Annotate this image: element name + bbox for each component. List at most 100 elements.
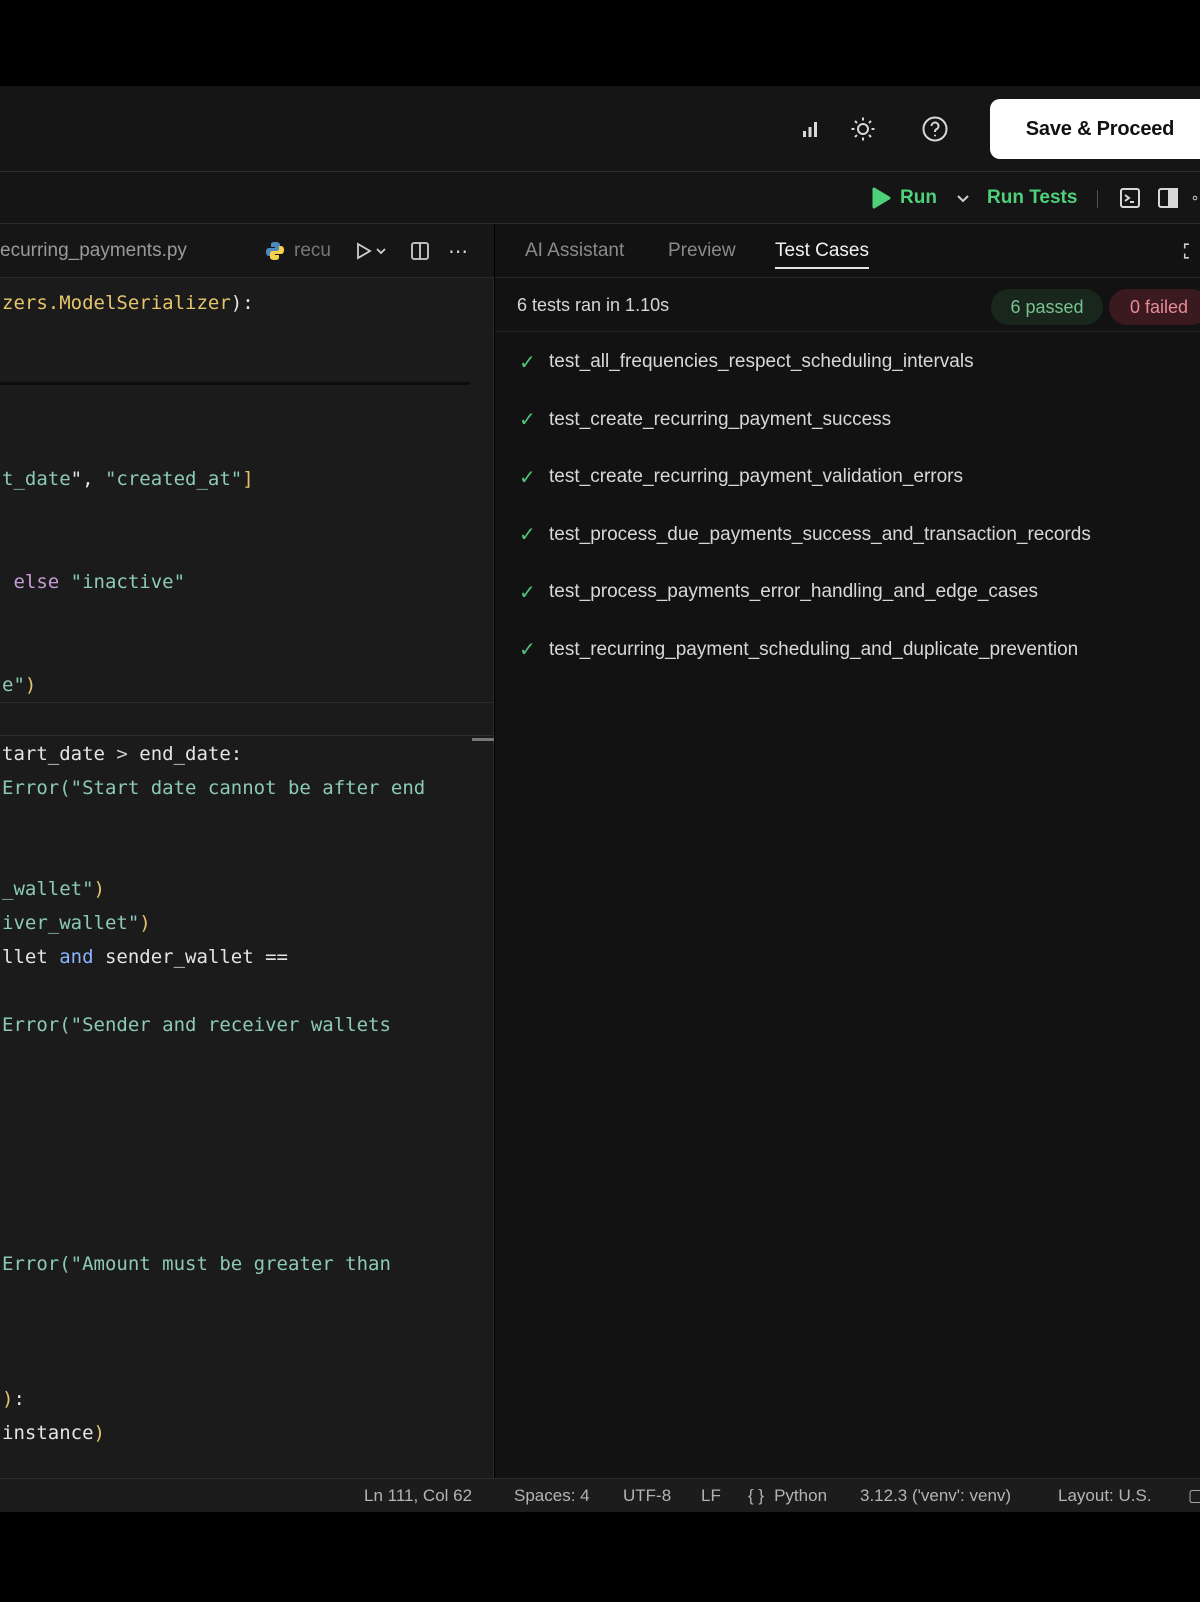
test-run-summary: 6 tests ran in 1.10s <box>517 294 670 315</box>
code-line[interactable]: t_date", "created_at"] <box>2 468 254 490</box>
test-case-item[interactable]: ✓ test_process_due_payments_success_and_t… <box>519 515 1091 555</box>
code-token: Error( <box>2 777 71 799</box>
code-line[interactable]: Error("Amount must be greater than <box>2 1253 391 1275</box>
terminal-icon[interactable] <box>1118 172 1142 224</box>
check-icon: ✓ <box>519 524 536 546</box>
code-token: "Sender and receiver wallets <box>70 1014 391 1036</box>
code-token: else <box>2 571 71 593</box>
cursor-position[interactable]: Ln 111, Col 62 <box>364 1479 472 1513</box>
status-bar: Ln 111, Col 62 Spaces: 4 UTF-8 LF { } Py… <box>0 1478 1200 1512</box>
python-interpreter[interactable]: 3.12.3 ('venv': venv) <box>860 1479 1011 1513</box>
code-token: "created_at" <box>104 468 243 490</box>
test-case-name: test_process_due_payments_success_and_tr… <box>549 523 1091 545</box>
tab-test-cases[interactable]: Test Cases <box>775 224 869 278</box>
code-line[interactable]: zers.ModelSerializer): <box>2 292 254 314</box>
check-icon: ✓ <box>519 581 536 604</box>
code-area[interactable]: zers.ModelSerializer): t_date", "created_… <box>0 278 494 1478</box>
test-case-item[interactable]: ✓ test_create_recurring_payment_success <box>519 400 891 440</box>
code-token: "Amount must be greater than <box>70 1253 391 1275</box>
code-line[interactable]: _wallet") <box>2 878 105 900</box>
save-and-proceed-button[interactable]: Save & Proceed <box>990 99 1200 159</box>
code-token: instance <box>2 1422 94 1444</box>
keyboard-layout[interactable]: Layout: U.S. <box>1058 1479 1152 1513</box>
app-header: Save & Proceed <box>0 86 1200 172</box>
file-tab-secondary-label: recu <box>294 240 331 261</box>
code-token: sender_wallet == <box>93 946 288 968</box>
test-case-item[interactable]: ✓ test_all_frequencies_respect_scheduling… <box>519 342 974 382</box>
encoding-setting[interactable]: UTF-8 <box>623 1479 671 1513</box>
settings-icon[interactable] <box>1190 172 1200 224</box>
test-case-name: test_create_recurring_payment_success <box>549 408 892 430</box>
code-token: end_date: <box>127 743 243 765</box>
expand-icon[interactable] <box>1183 224 1200 278</box>
code-token: iver_wallet" <box>2 912 140 934</box>
notification-icon[interactable]: ▢ <box>1188 1479 1200 1513</box>
chevron-down-icon[interactable] <box>955 190 971 206</box>
toolbar-divider <box>1097 190 1098 208</box>
language-mode[interactable]: { } Python <box>748 1479 827 1513</box>
code-line[interactable]: Error("Start date cannot be after end <box>2 777 425 799</box>
test-case-name: test_recurring_payment_scheduling_and_du… <box>549 638 1079 660</box>
code-line[interactable]: e") <box>2 674 36 696</box>
split-editor-icon[interactable] <box>408 224 432 278</box>
braces-icon: { } <box>748 1486 765 1505</box>
code-token: ) <box>139 912 151 934</box>
signal-bars-icon[interactable] <box>798 86 822 172</box>
code-token: _wallet" <box>2 878 94 900</box>
failed-badge: 0 failed <box>1109 289 1200 325</box>
code-line[interactable]: tart_date > end_date: <box>2 743 242 765</box>
file-tab-label: ecurring_payments.py <box>0 240 187 261</box>
line-ending-setting[interactable]: LF <box>701 1479 721 1513</box>
check-icon: ✓ <box>519 466 536 489</box>
run-file-button[interactable] <box>352 224 392 278</box>
run-tests-button[interactable]: Run Tests <box>987 172 1077 224</box>
code-token: ) <box>93 1422 105 1444</box>
indentation-setting[interactable]: Spaces: 4 <box>514 1479 590 1513</box>
test-summary: 6 tests ran in 1.10s 6 passed 0 failed <box>495 278 1200 332</box>
file-tab-secondary[interactable]: recu <box>264 224 331 278</box>
play-icon <box>872 187 891 209</box>
panel-tab-bar: AI Assistant Preview Test Cases <box>495 224 1200 278</box>
code-line[interactable]: Error("Sender and receiver wallets <box>2 1014 391 1036</box>
code-line[interactable]: else "inactive" <box>2 571 185 593</box>
current-line-highlight <box>0 702 494 736</box>
more-actions-icon[interactable]: ⋯ <box>446 224 470 278</box>
code-token: ) <box>2 1388 14 1410</box>
test-case-name: test_all_frequencies_respect_scheduling_… <box>549 351 974 372</box>
test-case-item[interactable]: ✓ test_process_payments_error_handling_an… <box>519 572 1038 612</box>
test-case-item[interactable]: ✓ test_recurring_payment_scheduling_and_d… <box>519 630 1078 670</box>
scrollbar-marker <box>472 738 494 741</box>
code-token: : <box>13 1388 25 1410</box>
code-token: tart_date <box>2 743 117 765</box>
check-icon: ✓ <box>519 409 536 431</box>
split-panel-icon[interactable] <box>1156 172 1180 224</box>
code-token: t_date <box>2 468 71 490</box>
code-token: "Start date cannot be after end <box>70 777 426 799</box>
theme-toggle-sun-icon[interactable] <box>848 86 878 172</box>
language-label: Python <box>774 1486 828 1505</box>
code-editor[interactable]: ecurring_payments.py recu ⋯ zers.ModelSe… <box>0 224 494 1478</box>
file-tab[interactable]: ecurring_payments.py <box>0 224 187 278</box>
code-token: and <box>59 946 94 968</box>
code-token: "inactive" <box>70 571 186 593</box>
code-line[interactable]: ): <box>2 1388 25 1410</box>
editor-tab-bar: ecurring_payments.py recu ⋯ <box>0 224 494 278</box>
code-token: zers.ModelSerializer <box>2 292 231 314</box>
code-token: ", <box>70 468 105 490</box>
tab-preview[interactable]: Preview <box>668 224 736 278</box>
code-token: ) <box>24 674 37 696</box>
passed-badge: 6 passed <box>991 289 1103 325</box>
run-button-label: Run <box>900 187 937 208</box>
run-button[interactable]: Run <box>870 172 971 224</box>
code-line[interactable]: iver_wallet") <box>2 912 151 934</box>
code-token: ) <box>93 878 105 900</box>
code-token: Error( <box>2 1014 71 1036</box>
code-line[interactable]: llet and sender_wallet == <box>2 946 288 968</box>
test-case-name: test_create_recurring_payment_validation… <box>549 466 964 487</box>
tab-ai-assistant[interactable]: AI Assistant <box>525 224 624 278</box>
code-line[interactable]: instance) <box>2 1422 105 1444</box>
help-icon[interactable] <box>920 86 950 172</box>
test-case-item[interactable]: ✓ test_create_recurring_payment_validatio… <box>519 457 963 497</box>
run-toolbar: Run Run Tests <box>0 172 1200 224</box>
check-icon: ✓ <box>519 351 536 374</box>
